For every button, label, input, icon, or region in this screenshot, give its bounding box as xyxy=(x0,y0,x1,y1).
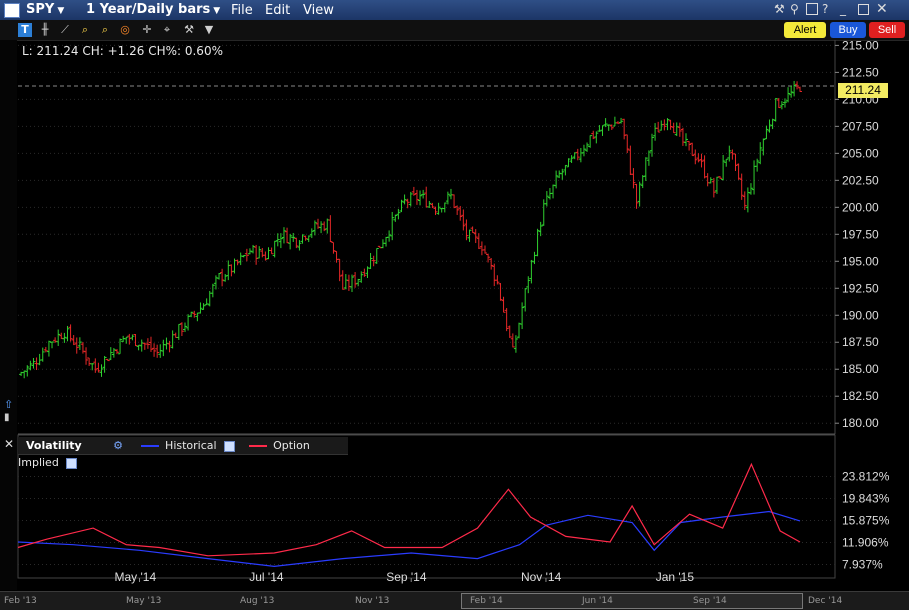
volatility-frame xyxy=(17,434,836,579)
buy-button[interactable]: Buy xyxy=(830,22,866,38)
target-icon[interactable]: ◎ xyxy=(118,23,132,37)
volatility-axis: 23.812% 19.843% 15.875% 11.906% 7.937% xyxy=(842,469,890,571)
bar-style-icon[interactable]: ╫ xyxy=(38,23,52,37)
volatility-tick-label: 19.843% xyxy=(842,491,890,505)
volatility-tick-label: 7.937% xyxy=(842,557,883,571)
annotation-icon[interactable]: ⌖ xyxy=(160,23,174,37)
symbol-label: SPY xyxy=(26,2,55,17)
chevron-down-icon: ▼ xyxy=(57,6,65,16)
scrollbar-date-label: Nov '13 xyxy=(355,596,390,606)
price-readout: L: 211.24 CH: +1.26 CH%: 0.60% xyxy=(22,44,223,58)
price-tick-label: 187.50 xyxy=(842,335,879,349)
zoom-in-icon[interactable]: ⌕ xyxy=(78,23,92,37)
scrollbar-thumb[interactable] xyxy=(461,593,803,609)
volatility-tick-label: 23.812% xyxy=(842,469,890,483)
volatility-lines xyxy=(17,462,801,568)
title-bar: SPY ▼ 1 Year/Daily bars ▼ File Edit View ⚒… xyxy=(0,0,909,21)
price-tick-label: 192.50 xyxy=(842,281,879,295)
undock-icon[interactable] xyxy=(806,3,818,15)
price-bars xyxy=(19,80,802,379)
price-tick-label: 202.50 xyxy=(842,173,879,187)
settings-icon[interactable]: ⚙ xyxy=(113,439,123,452)
period-selector[interactable]: 1 Year/Daily bars ▼ xyxy=(86,2,220,17)
legend-historical-swatch xyxy=(140,445,159,447)
price-tick-label: 185.00 xyxy=(842,362,879,376)
crosshair-icon[interactable]: ✛ xyxy=(140,23,154,37)
volatility-tick-label: 15.875% xyxy=(842,513,890,527)
time-tick-label: May '14 xyxy=(114,570,156,584)
dropdown-arrow-icon[interactable]: ▼ xyxy=(202,23,216,37)
price-tick-label: 200.00 xyxy=(842,200,879,214)
price-tick-label: 197.50 xyxy=(842,227,879,241)
text-tool-icon[interactable]: T xyxy=(18,23,32,37)
chart-toolbar: T ╫ ⟋ ⌕ ⌕ ◎ ✛ ⌖ ⚒ ▼ xyxy=(0,20,909,41)
zoom-out-icon[interactable]: ⌕ xyxy=(98,23,112,37)
time-tick-label: Nov '14 xyxy=(521,570,562,584)
scrollbar-date-label: May '13 xyxy=(126,596,162,606)
sell-button[interactable]: Sell xyxy=(869,22,905,38)
menu-file[interactable]: File xyxy=(231,3,253,18)
price-tick-label: 207.50 xyxy=(842,119,879,133)
chart-icon xyxy=(4,3,20,18)
volatility-header: Volatility ⚙ Historical Option Implied xyxy=(18,437,348,469)
price-axis: 215.00212.50210.00207.50205.00202.50200.… xyxy=(835,40,879,430)
scrollbar-date-label: Dec '14 xyxy=(808,596,843,606)
time-axis: May '14 Jul '14 Sep '14 Nov '14 Jan '15 xyxy=(114,570,694,584)
draw-line-icon[interactable]: ⟋ xyxy=(58,23,72,37)
settings-wrench-icon[interactable]: ⚒ xyxy=(182,23,196,37)
scrollbar-date-label: Feb '13 xyxy=(4,596,37,606)
legend-implied-swatch xyxy=(248,445,267,447)
last-price-badge: 211.24 xyxy=(838,83,888,98)
help-icon[interactable]: ? xyxy=(822,2,828,16)
price-tick-label: 180.00 xyxy=(842,416,879,430)
time-tick-label: Sep '14 xyxy=(386,570,427,584)
time-tick-label: Jan '15 xyxy=(656,570,695,584)
chart-area[interactable]: 215.00212.50210.00207.50205.00202.50200.… xyxy=(0,40,909,591)
price-tick-label: 195.00 xyxy=(842,254,879,268)
close-panel-icon[interactable]: ✕ xyxy=(4,437,14,451)
price-tick-label: 215.00 xyxy=(842,40,879,52)
close-icon[interactable]: ✕ xyxy=(876,1,888,17)
historical-checkbox[interactable] xyxy=(224,440,236,452)
price-tick-label: 212.50 xyxy=(842,65,879,79)
volatility-tick-label: 11.906% xyxy=(842,535,889,549)
restore-icon[interactable] xyxy=(858,4,869,15)
volatility-grid xyxy=(17,434,836,579)
scrollbar-date-label: Aug '13 xyxy=(240,596,275,606)
chevron-down-icon: ▼ xyxy=(213,6,221,16)
menu-edit[interactable]: Edit xyxy=(265,3,290,18)
price-tick-label: 205.00 xyxy=(842,146,879,160)
price-grid xyxy=(18,40,836,435)
time-tick-label: Jul '14 xyxy=(249,570,284,584)
alert-button[interactable]: Alert xyxy=(784,22,826,38)
volatility-title: Volatility xyxy=(26,439,82,452)
minimize-icon[interactable]: _ xyxy=(840,2,846,16)
time-scrollbar[interactable]: Feb '13 May '13 Aug '13 Nov '13 Feb '14 Jun '… xyxy=(0,591,909,610)
implied-checkbox[interactable] xyxy=(66,457,78,469)
menu-view[interactable]: View xyxy=(303,3,334,18)
price-tick-label: 190.00 xyxy=(842,308,879,322)
symbol-selector[interactable]: SPY ▼ xyxy=(26,2,64,17)
link-icon[interactable]: ⚒ xyxy=(774,2,785,16)
price-tick-label: 182.50 xyxy=(842,389,879,403)
legend-historical-label: Historical xyxy=(165,439,217,452)
period-label: 1 Year/Daily bars xyxy=(86,2,211,17)
sync-icon[interactable]: ⚲ xyxy=(790,2,799,16)
